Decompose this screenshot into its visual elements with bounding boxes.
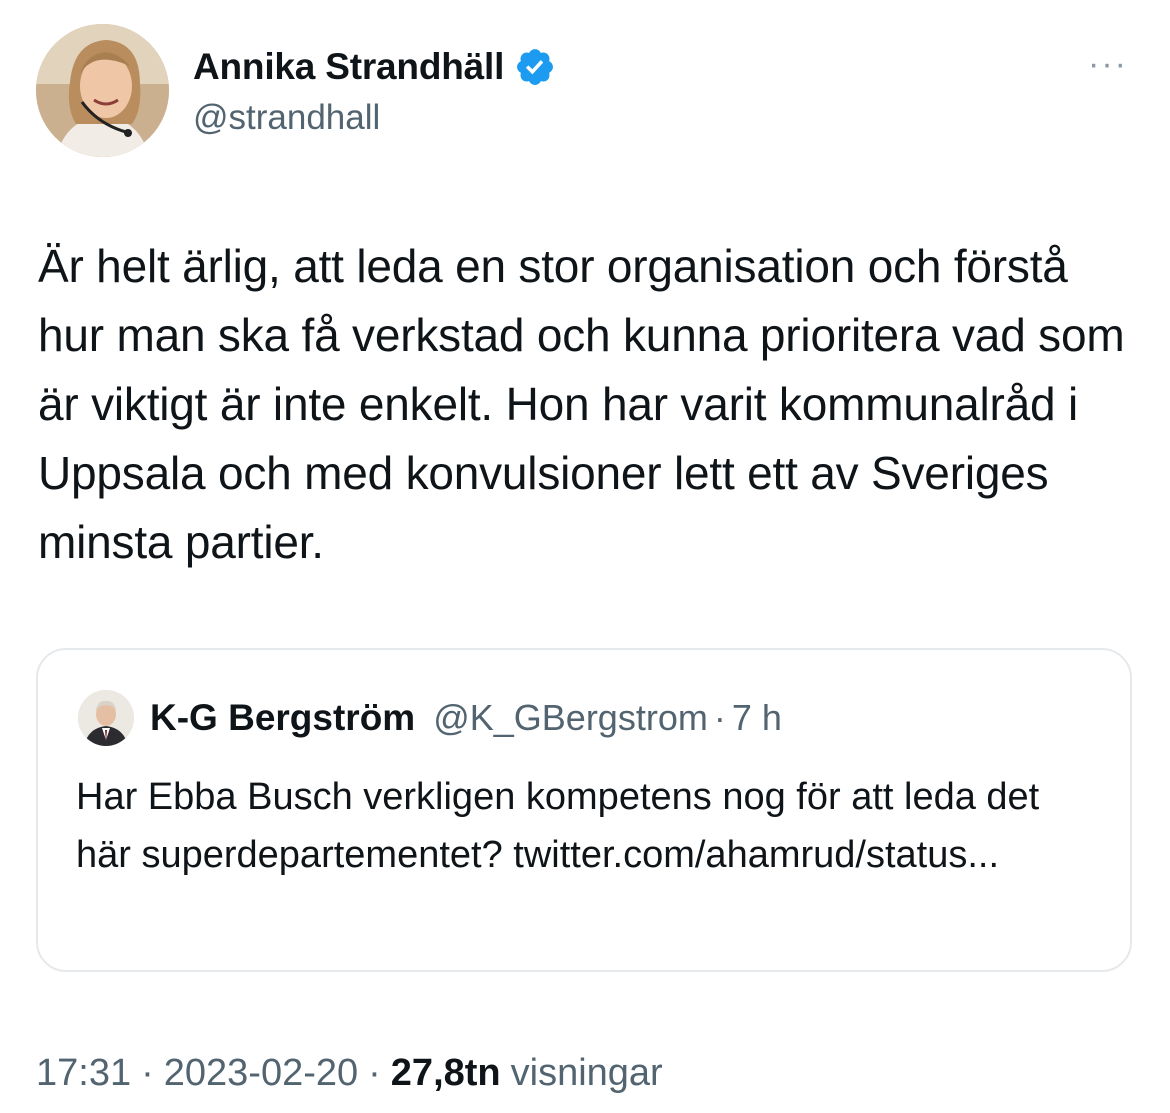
views-count: 27,8tn	[390, 1051, 501, 1094]
more-options-button[interactable]: ···	[1080, 44, 1136, 84]
author-name-row: Annika Strandhäll	[193, 42, 556, 92]
tweet-text: Är helt ärlig, att leda en stor organisa…	[38, 240, 1125, 568]
author-handle[interactable]: @strandhall	[193, 98, 380, 138]
quoted-author-display-name[interactable]: K-G Bergström	[150, 697, 415, 739]
meta-separator: ·	[141, 1051, 154, 1094]
verified-badge-icon	[517, 49, 554, 85]
quoted-author-handle[interactable]: @K_GBergstrom	[433, 697, 708, 739]
quoted-author-avatar[interactable]	[78, 690, 134, 746]
quoted-tweet-time[interactable]: 7 h	[732, 697, 782, 739]
author-avatar-image	[36, 24, 169, 157]
tweet: Annika Strandhäll @strandhall ··· Är hel…	[0, 0, 1170, 1113]
author-avatar[interactable]	[36, 24, 169, 157]
views-label: visningar	[510, 1051, 663, 1094]
quoted-tweet-header: K-G Bergström @K_GBergstrom · 7 h	[150, 694, 782, 742]
tweet-metadata: 17:31 · 2023-02-20 · 27,8tn visningar	[36, 1046, 663, 1100]
tweet-date[interactable]: 2023-02-20	[164, 1052, 358, 1095]
quoted-tweet-card[interactable]: K-G Bergström @K_GBergstrom · 7 h Har Eb…	[36, 648, 1132, 972]
quoted-tweet-text: Har Ebba Busch verkligen kompetens nog f…	[76, 776, 1040, 876]
more-horizontal-icon: ···	[1088, 45, 1128, 83]
meta-separator: ·	[368, 1051, 381, 1094]
quoted-header-separator: ·	[713, 697, 726, 738]
tweet-time[interactable]: 17:31	[36, 1052, 131, 1095]
author-display-name[interactable]: Annika Strandhäll	[193, 46, 504, 88]
quoted-author-avatar-image	[78, 690, 134, 746]
